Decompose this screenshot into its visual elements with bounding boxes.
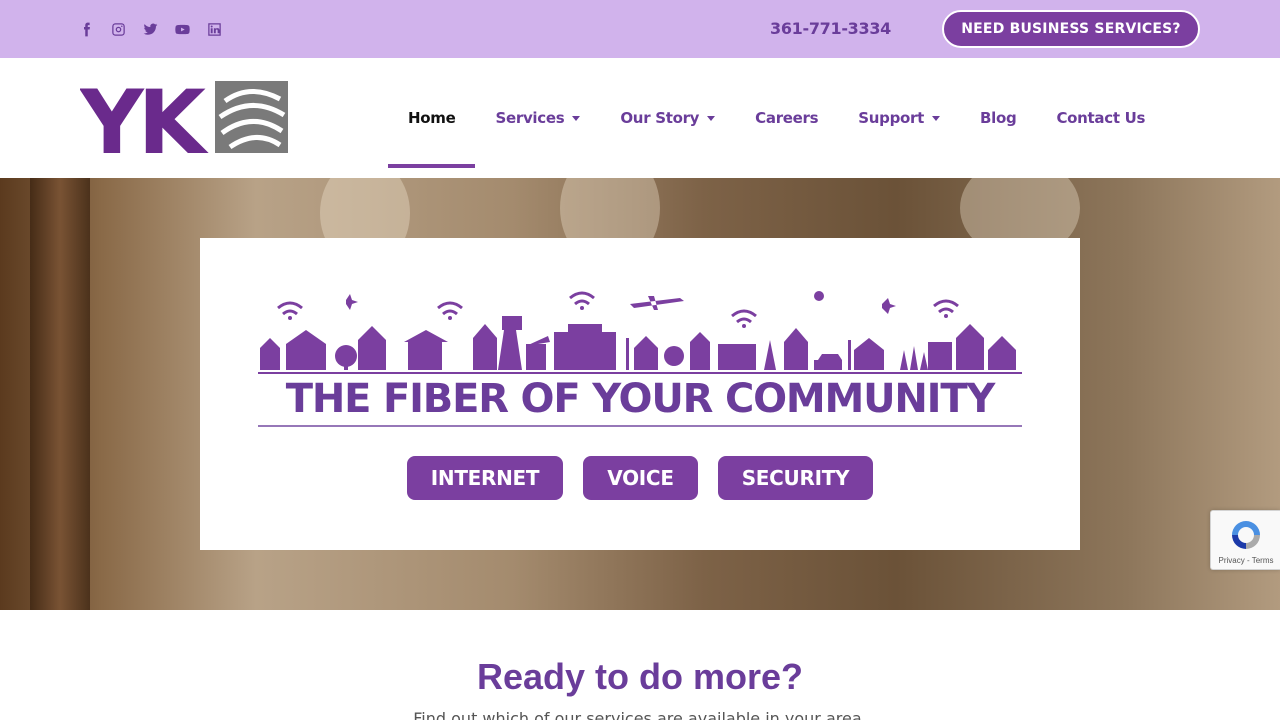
chevron-down-icon	[572, 115, 581, 121]
voice-button[interactable]: VOICE	[583, 456, 698, 500]
twitter-icon[interactable]	[140, 19, 160, 39]
linkedin-icon[interactable]	[204, 19, 224, 39]
service-buttons: INTERNET VOICE SECURITY	[200, 456, 1080, 500]
nav-services[interactable]: Services	[475, 58, 600, 178]
nav-contact-us[interactable]: Contact Us	[1036, 58, 1165, 178]
svg-text:YK: YK	[80, 81, 209, 155]
social-links	[76, 19, 224, 39]
nav-home[interactable]: Home	[388, 58, 476, 178]
town-skyline-illustration	[258, 291, 1022, 374]
nav-careers[interactable]: Careers	[735, 58, 838, 178]
yk-logo[interactable]: YK	[80, 81, 290, 155]
chevron-down-icon	[932, 115, 941, 121]
nav-home-label: Home	[408, 109, 456, 127]
youtube-icon[interactable]	[172, 19, 192, 39]
instagram-icon[interactable]	[108, 19, 128, 39]
site-header: YK Home Services Our Story Careers Suppo…	[0, 58, 1280, 178]
recaptcha-badge[interactable]: Privacy - Terms	[1210, 510, 1280, 570]
tagline-underline	[258, 425, 1022, 427]
nav-contact-us-label: Contact Us	[1056, 109, 1146, 127]
nav-blog-label: Blog	[980, 109, 1017, 127]
main-nav: Home Services Our Story Careers Support …	[388, 58, 1165, 178]
nav-our-story[interactable]: Our Story	[600, 58, 735, 178]
hero-tagline: THE FIBER OF YOUR COMMUNITY	[285, 376, 996, 422]
hero-card: THE FIBER OF YOUR COMMUNITY INTERNET VOI…	[200, 238, 1080, 550]
internet-button[interactable]: INTERNET	[406, 456, 564, 500]
cta-title: Ready to do more?	[476, 656, 804, 697]
facebook-icon[interactable]	[76, 19, 96, 39]
security-button[interactable]: SECURITY	[717, 456, 874, 500]
nav-careers-label: Careers	[755, 109, 819, 127]
phone-number[interactable]: 361-771-3334	[770, 19, 891, 38]
chevron-down-icon	[707, 115, 716, 121]
business-services-button[interactable]: NEED BUSINESS SERVICES?	[942, 10, 1200, 48]
nav-our-story-label: Our Story	[620, 109, 700, 127]
recaptcha-links[interactable]: Privacy - Terms	[1211, 556, 1280, 565]
hero-photo-door	[30, 178, 90, 610]
nav-support-label: Support	[858, 109, 925, 127]
nav-support[interactable]: Support	[838, 58, 960, 178]
nav-services-label: Services	[495, 109, 565, 127]
hero-section: THE FIBER OF YOUR COMMUNITY INTERNET VOI…	[0, 178, 1280, 610]
top-bar: 361-771-3334 NEED BUSINESS SERVICES?	[0, 0, 1280, 58]
cta-subtitle: Find out which of our services are avail…	[413, 709, 867, 720]
recaptcha-icon	[1232, 521, 1260, 549]
nav-blog[interactable]: Blog	[960, 58, 1036, 178]
